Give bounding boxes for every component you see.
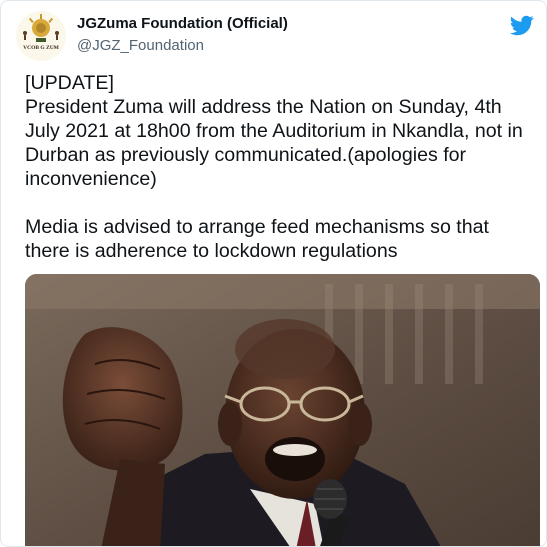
avatar[interactable]: VCOB G ZUM <box>16 11 66 61</box>
twitter-bird-icon[interactable] <box>510 13 534 37</box>
speaker-photo <box>25 274 540 546</box>
tweet-text: [UPDATE] President Zuma will address the… <box>25 71 537 263</box>
foundation-logo-icon: VCOB G ZUM <box>16 11 66 61</box>
avatar-text: VCOB G ZUM <box>23 45 60 51</box>
tweet-line: President Zuma will address the Nation o… <box>25 96 502 118</box>
tweet-line: Durban as previously communicated.(apolo… <box>25 144 467 166</box>
account-handle[interactable]: @JGZ_Foundation <box>77 37 204 54</box>
tweet-card[interactable]: VCOB G ZUM JGZuma Foundation (Official) … <box>0 0 547 547</box>
display-name[interactable]: JGZuma Foundation (Official) <box>77 15 288 32</box>
tweet-line: July 2021 at 18h00 from the Auditorium i… <box>25 120 523 142</box>
tweet-line: [UPDATE] <box>25 72 114 94</box>
tweet-line: Media is advised to arrange feed mechani… <box>25 216 489 238</box>
tweet-media-photo[interactable] <box>25 274 540 546</box>
tweet-line: inconvenience) <box>25 168 157 190</box>
tweet-line: there is adherence to lockdown regulatio… <box>25 240 398 262</box>
